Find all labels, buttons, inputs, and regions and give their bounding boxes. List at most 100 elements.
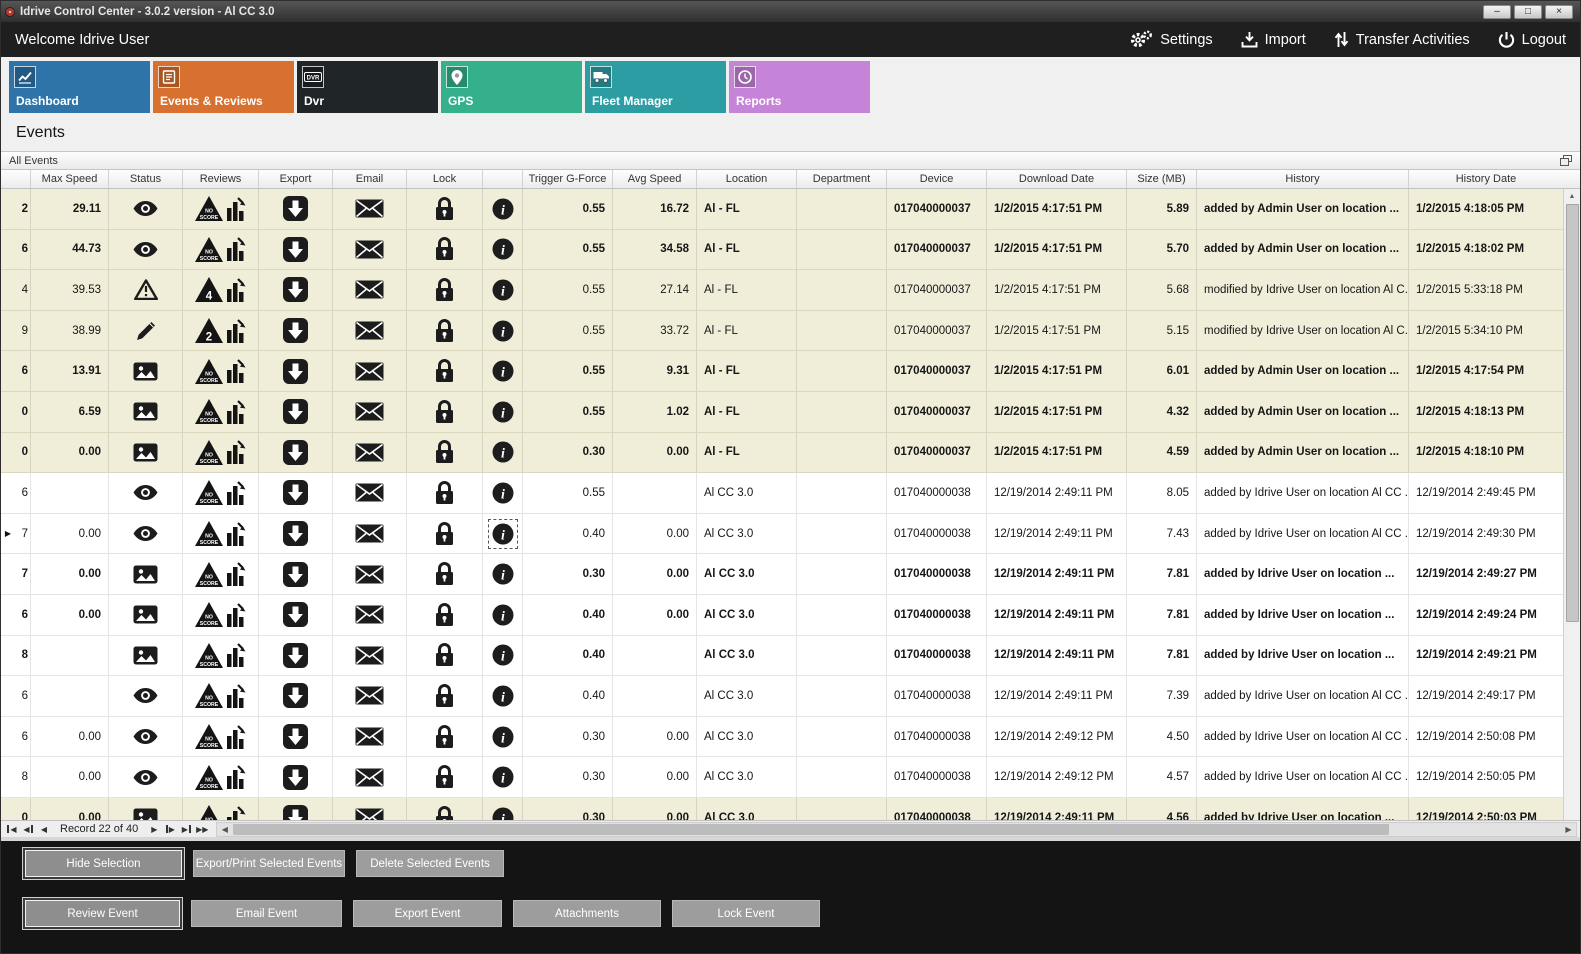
scroll-left-icon[interactable]: ◀ bbox=[217, 825, 232, 834]
reviews-cell[interactable]: NOSCORE bbox=[183, 230, 259, 270]
logout-action[interactable]: Logout bbox=[1498, 31, 1566, 48]
horizontal-scroll-thumb[interactable] bbox=[233, 824, 1389, 835]
email-cell[interactable] bbox=[333, 514, 407, 554]
reviews-cell[interactable]: NOSCORE bbox=[183, 757, 259, 797]
info-cell[interactable]: i bbox=[483, 392, 523, 432]
email-cell[interactable] bbox=[333, 311, 407, 351]
export-cell[interactable] bbox=[259, 757, 333, 797]
import-action[interactable]: Import bbox=[1241, 31, 1306, 48]
vertical-scroll-thumb[interactable] bbox=[1566, 204, 1579, 622]
email-cell[interactable] bbox=[333, 717, 407, 757]
email-cell[interactable] bbox=[333, 798, 407, 820]
reviews-cell[interactable]: 4 bbox=[183, 270, 259, 310]
email-cell[interactable] bbox=[333, 230, 407, 270]
table-row[interactable]: 6NOSCOREi0.40Al CC 3.001704000003812/19/… bbox=[1, 676, 1563, 717]
status-cell[interactable] bbox=[109, 554, 183, 594]
lock-cell[interactable] bbox=[407, 798, 483, 820]
lock-cell[interactable] bbox=[407, 433, 483, 473]
column-header-edge[interactable] bbox=[15, 170, 31, 188]
table-row[interactable]: 229.11NOSCOREi0.5516.72Al - FL0170400000… bbox=[1, 189, 1563, 230]
lock-cell[interactable] bbox=[407, 473, 483, 513]
email-cell[interactable] bbox=[333, 473, 407, 513]
export-event-button[interactable]: Export Event bbox=[353, 900, 502, 927]
info-cell[interactable]: i bbox=[483, 636, 523, 676]
horizontal-scrollbar[interactable]: ◀ ▶ bbox=[216, 822, 1577, 837]
info-cell[interactable]: i bbox=[483, 717, 523, 757]
status-cell[interactable] bbox=[109, 798, 183, 820]
export-cell[interactable] bbox=[259, 311, 333, 351]
info-cell[interactable]: i bbox=[483, 230, 523, 270]
table-row[interactable]: 613.91NOSCOREi0.559.31Al - FL01704000003… bbox=[1, 351, 1563, 392]
reviews-cell[interactable]: NOSCORE bbox=[183, 676, 259, 716]
tab-fleet-manager[interactable]: Fleet Manager bbox=[585, 61, 726, 113]
tab-dashboard[interactable]: Dashboard bbox=[9, 61, 150, 113]
status-cell[interactable] bbox=[109, 433, 183, 473]
table-row[interactable]: 00.00NOSCOREi0.300.00Al - FL017040000037… bbox=[1, 433, 1563, 474]
reviews-cell[interactable]: NOSCORE bbox=[183, 636, 259, 676]
table-row[interactable]: 8NOSCOREi0.40Al CC 3.001704000003812/19/… bbox=[1, 636, 1563, 677]
reviews-cell[interactable]: NOSCORE bbox=[183, 473, 259, 513]
column-header-avg_speed[interactable]: Avg Speed bbox=[613, 170, 697, 188]
email-event-button[interactable]: Email Event bbox=[191, 900, 342, 927]
lock-cell[interactable] bbox=[407, 757, 483, 797]
column-header-status[interactable]: Status bbox=[109, 170, 183, 188]
reviews-cell[interactable]: NOSCORE bbox=[183, 717, 259, 757]
settings-action[interactable]: Settings bbox=[1129, 30, 1212, 49]
email-cell[interactable] bbox=[333, 676, 407, 716]
hide-selection-button[interactable]: Hide Selection bbox=[25, 850, 182, 877]
export-cell[interactable] bbox=[259, 514, 333, 554]
table-row[interactable]: 00.00NOSCOREi0.300.00Al CC 3.00170400000… bbox=[1, 798, 1563, 820]
info-cell[interactable]: i bbox=[483, 595, 523, 635]
info-cell[interactable]: i bbox=[483, 757, 523, 797]
info-cell[interactable]: i bbox=[483, 554, 523, 594]
column-header-lock[interactable]: Lock bbox=[407, 170, 483, 188]
table-row[interactable]: 644.73NOSCOREi0.5534.58Al - FL0170400000… bbox=[1, 230, 1563, 271]
info-cell[interactable]: i bbox=[483, 473, 523, 513]
table-row[interactable]: 6NOSCOREi0.55Al CC 3.001704000003812/19/… bbox=[1, 473, 1563, 514]
export-cell[interactable] bbox=[259, 351, 333, 391]
table-row[interactable]: 938.992i0.5533.72Al - FL0170400000371/2/… bbox=[1, 311, 1563, 352]
lock-cell[interactable] bbox=[407, 676, 483, 716]
table-row[interactable]: 60.00NOSCOREi0.300.00Al CC 3.00170400000… bbox=[1, 717, 1563, 758]
export-cell[interactable] bbox=[259, 636, 333, 676]
table-row[interactable]: ▶70.00NOSCOREi0.400.00Al CC 3.0017040000… bbox=[1, 514, 1563, 555]
last-page-button[interactable]: ▶▶ bbox=[194, 822, 210, 837]
column-header-email[interactable]: Email bbox=[333, 170, 407, 188]
column-header-history[interactable]: History bbox=[1197, 170, 1409, 188]
next-page-button[interactable]: ▶ bbox=[162, 822, 178, 837]
info-cell[interactable]: i bbox=[483, 514, 523, 554]
lock-cell[interactable] bbox=[407, 514, 483, 554]
lock-cell[interactable] bbox=[407, 717, 483, 757]
column-header-marker[interactable] bbox=[1, 170, 15, 188]
next-record-button[interactable]: ▶ bbox=[146, 822, 162, 837]
lock-cell[interactable] bbox=[407, 554, 483, 594]
lock-cell[interactable] bbox=[407, 595, 483, 635]
column-header-location[interactable]: Location bbox=[697, 170, 797, 188]
attachments-button[interactable]: Attachments bbox=[513, 900, 661, 927]
first-record-button[interactable]: ◀ bbox=[4, 822, 20, 837]
export-cell[interactable] bbox=[259, 676, 333, 716]
reviews-cell[interactable]: NOSCORE bbox=[183, 351, 259, 391]
reviews-cell[interactable]: NOSCORE bbox=[183, 514, 259, 554]
tab-dvr[interactable]: DVRDvr bbox=[297, 61, 438, 113]
email-cell[interactable] bbox=[333, 351, 407, 391]
export-cell[interactable] bbox=[259, 230, 333, 270]
minimize-button[interactable]: – bbox=[1483, 5, 1511, 19]
delete-selected-events-button[interactable]: Delete Selected Events bbox=[356, 850, 504, 877]
column-header-reviews[interactable]: Reviews bbox=[183, 170, 259, 188]
review-event-button[interactable]: Review Event bbox=[25, 900, 180, 927]
reviews-cell[interactable]: NOSCORE bbox=[183, 392, 259, 432]
status-cell[interactable] bbox=[109, 717, 183, 757]
export-cell[interactable] bbox=[259, 595, 333, 635]
tab-reports[interactable]: Reports bbox=[729, 61, 870, 113]
table-row[interactable]: 439.534i0.5527.14Al - FL0170400000371/2/… bbox=[1, 270, 1563, 311]
email-cell[interactable] bbox=[333, 554, 407, 594]
lock-cell[interactable] bbox=[407, 311, 483, 351]
email-cell[interactable] bbox=[333, 636, 407, 676]
status-cell[interactable] bbox=[109, 270, 183, 310]
reviews-cell[interactable]: NOSCORE bbox=[183, 595, 259, 635]
export-cell[interactable] bbox=[259, 189, 333, 229]
column-header-info[interactable] bbox=[483, 170, 523, 188]
status-cell[interactable] bbox=[109, 473, 183, 513]
column-header-device[interactable]: Device bbox=[887, 170, 987, 188]
